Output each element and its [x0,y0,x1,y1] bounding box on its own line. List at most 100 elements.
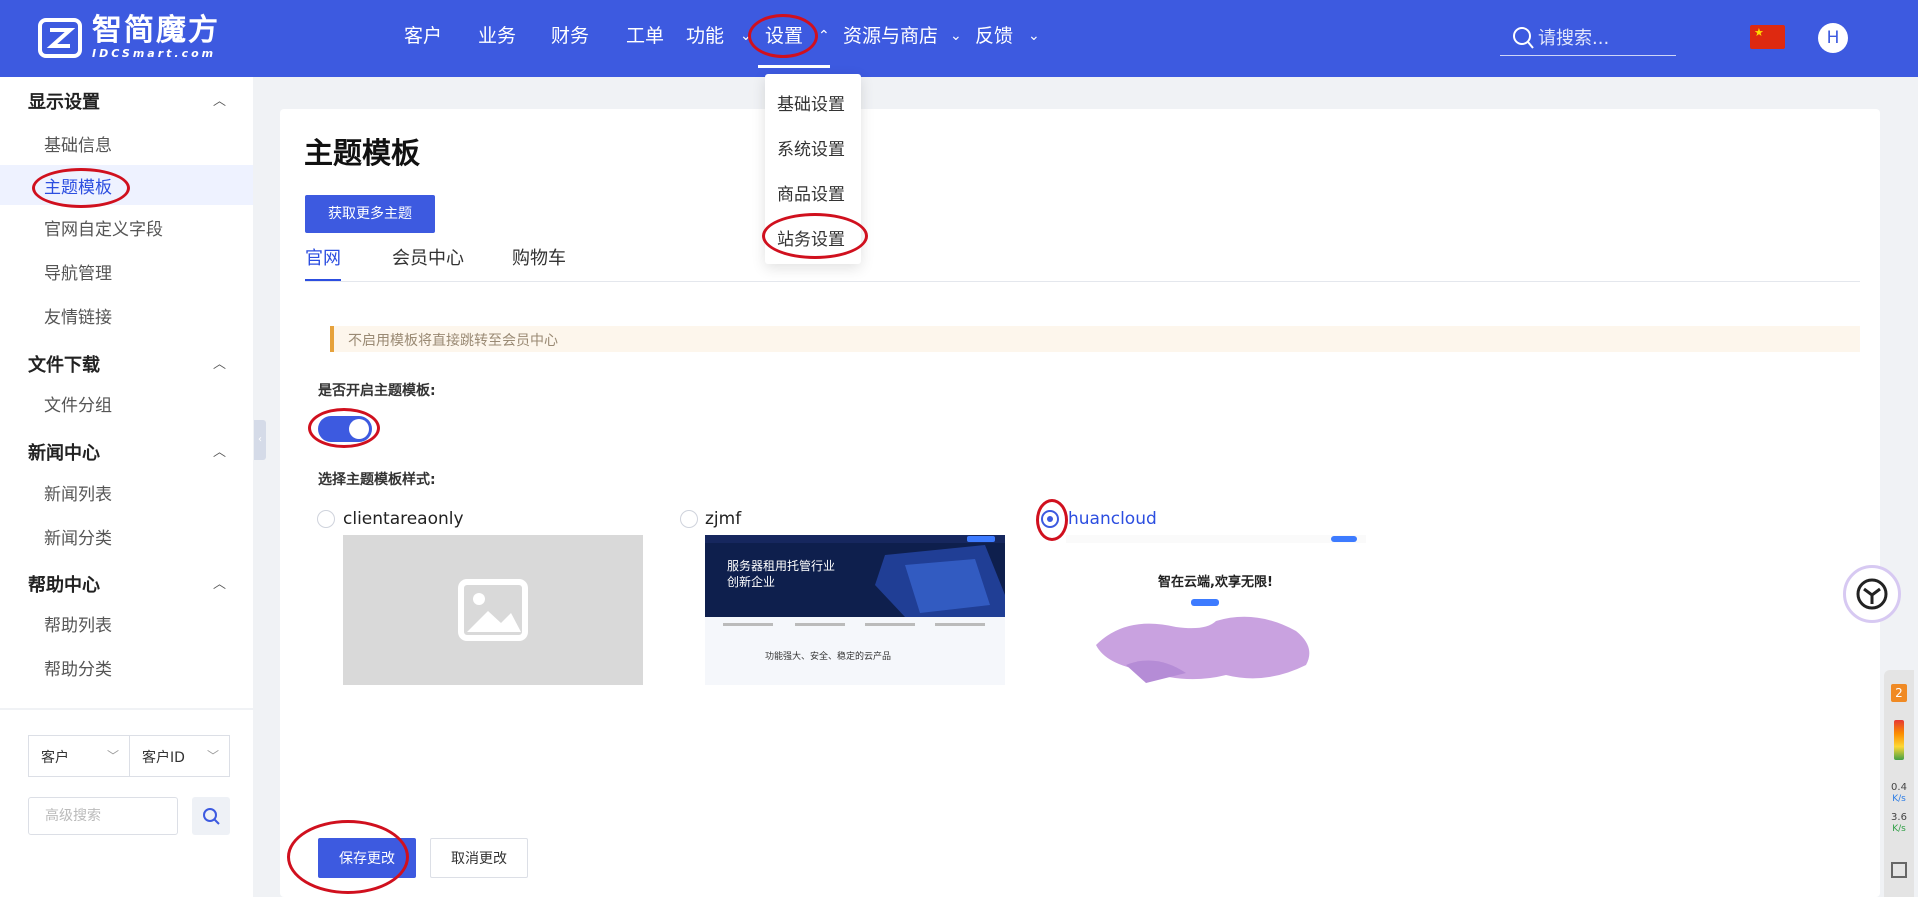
star-icon: ★ [1754,26,1764,39]
nav-item-features[interactable]: 功能 [686,22,724,50]
monitor-level-bar [1894,720,1904,760]
sidebar-item-label: 帮助分类 [44,660,112,680]
zjmf-preview-subline: 创新企业 [727,575,776,589]
sidebar-item-help-categories[interactable]: 帮助分类 [0,647,253,687]
theme-radio-zjmf[interactable] [680,510,698,528]
upload-speed: 0.4 [1891,782,1907,793]
monitor-badge: 2 [1891,684,1907,702]
nav-item-customers[interactable]: 客户 [404,22,442,50]
theme-radio-huancloud[interactable] [1041,510,1059,528]
window-edge [1880,0,1918,77]
sidebar-group-downloads[interactable]: 文件下载 ︿ [0,344,253,384]
nav-item-business[interactable]: 业务 [478,22,516,50]
sidebar-group-news[interactable]: 新闻中心 ︿ [0,432,253,472]
crop-icon[interactable] [1891,862,1907,878]
save-changes-button[interactable]: 保存更改 [318,838,416,878]
sidebar-group-display[interactable]: 显示设置 ︿ [0,81,253,121]
tab-cart[interactable]: 购物车 [512,244,566,270]
sidebar-item-navigation[interactable]: 导航管理 [0,251,253,291]
sidebar-item-news-categories[interactable]: 新闻分类 [0,516,253,556]
search-icon[interactable] [1512,26,1534,50]
filter-field-value: 客户ID [142,750,185,766]
advanced-search-button[interactable] [192,797,230,835]
toggle-knob [349,419,369,439]
nav-item-feedback[interactable]: 反馈 [975,22,1013,50]
cancel-changes-button[interactable]: 取消更改 [430,838,528,878]
filter-type-value: 客户 [41,750,69,766]
sidebar-item-label: 官网自定义字段 [44,220,163,240]
menu-item-system-settings[interactable]: 系统设置 [765,125,861,167]
sidebar-item-theme-template[interactable]: 主题模板 [0,165,253,205]
logo[interactable]: 智简魔方 IDCSmart.com [92,14,220,60]
nav-item-tickets[interactable]: 工单 [626,22,664,50]
menu-item-product-settings[interactable]: 商品设置 [765,170,861,212]
menu-item-label: 站务设置 [777,230,845,250]
filter-type-select[interactable]: 客户 ﹀ [28,735,130,777]
logo-icon [38,18,82,58]
upload-unit: K/s [1892,794,1906,804]
chevron-up-icon[interactable]: ︿ [213,573,226,592]
avatar[interactable]: H [1818,23,1848,53]
global-search [1500,22,1676,56]
sidebar-item-label: 新闻分类 [44,529,112,549]
template-style-label: 选择主题模板样式: [318,472,436,488]
download-unit: K/s [1892,824,1906,834]
huancloud-preview-headline: 智在云端,欢享无限! [1158,575,1273,590]
sidebar-item-label: 文件分组 [44,396,112,416]
theme-thumbnail-clientareaonly[interactable] [343,535,643,685]
menu-item-site-settings[interactable]: 站务设置 [765,215,861,257]
sidebar-group-help[interactable]: 帮助中心 ︿ [0,564,253,604]
network-monitor-widget: 2 0.4 K/s 3.6 K/s [1884,670,1914,897]
sidebar-collapse-handle[interactable]: ‹ [254,420,266,460]
active-tab-indicator [305,279,341,281]
theme-radio-clientareaonly[interactable] [317,510,335,528]
sidebar-item-help-list[interactable]: 帮助列表 [0,603,253,643]
chevron-up-icon[interactable]: ︿ [213,441,226,460]
sidebar-item-file-groups[interactable]: 文件分组 [0,383,253,423]
menu-item-label: 基础设置 [777,95,845,115]
enable-template-label: 是否开启主题模板: [318,383,436,399]
sidebar-item-label: 友情链接 [44,308,112,328]
sidebar-item-label: 导航管理 [44,264,112,284]
sidebar-item-custom-fields[interactable]: 官网自定义字段 [0,207,253,247]
top-navbar: 智简魔方 IDCSmart.com 客户 业务 财务 工单 功能 ⌄ 设置 ⌃ … [0,0,1918,77]
assistant-float-button[interactable] [1843,565,1901,623]
chevron-down-icon[interactable]: ⌄ [1028,22,1040,50]
logo-name: 智简魔方 [92,13,220,48]
notice-banner: 不启用模板将直接跳转至会员中心 [330,326,1860,352]
global-search-input[interactable] [1538,24,1674,52]
active-nav-underline [758,65,830,68]
get-more-themes-button[interactable]: 获取更多主题 [305,195,435,233]
main-card [280,109,1880,897]
image-placeholder-icon [458,579,528,641]
chevron-up-icon[interactable]: ⌃ [818,22,830,50]
theme-thumbnail-huancloud[interactable]: 智在云端,欢享无限! [1066,535,1366,685]
nav-item-settings[interactable]: 设置 [765,22,803,50]
nav-item-finance[interactable]: 财务 [551,22,589,50]
tab-website[interactable]: 官网 [305,244,341,270]
sidebar-item-news-list[interactable]: 新闻列表 [0,472,253,512]
chevron-down-icon[interactable]: ⌄ [950,22,962,50]
nav-item-resources-store[interactable]: 资源与商店 [843,22,938,50]
chevron-up-icon[interactable]: ︿ [213,90,226,109]
tab-member-center[interactable]: 会员中心 [392,244,464,270]
download-speed: 3.6 [1891,812,1907,823]
chevron-up-icon[interactable]: ︿ [213,353,226,372]
page-title: 主题模板 [304,136,421,170]
advanced-search-input[interactable] [28,797,178,835]
cn-flag-icon[interactable]: ★ [1750,25,1785,49]
settings-dropdown-menu: 基础设置 系统设置 商品设置 站务设置 [765,74,861,264]
theme-name-clientareaonly[interactable]: clientareaonly [343,509,464,529]
theme-name-huancloud[interactable]: huancloud [1068,509,1157,529]
zjmf-preview-headline: 服务器租用托管行业 [727,559,836,573]
sidebar-group-title: 文件下载 [28,355,100,376]
filter-field-select[interactable]: 客户ID ﹀ [129,735,230,777]
sidebar-item-label: 帮助列表 [44,616,112,636]
menu-item-basic-settings[interactable]: 基础设置 [765,80,861,122]
sidebar-item-friend-links[interactable]: 友情链接 [0,295,253,335]
sidebar-item-basic-info[interactable]: 基础信息 [0,123,253,163]
chevron-down-icon[interactable]: ⌄ [740,22,752,50]
theme-name-zjmf[interactable]: zjmf [705,509,741,529]
enable-template-toggle[interactable] [318,416,372,442]
theme-thumbnail-zjmf[interactable]: 服务器租用托管行业 创新企业 功能强大、安全、稳定的云产品 [705,535,1005,685]
